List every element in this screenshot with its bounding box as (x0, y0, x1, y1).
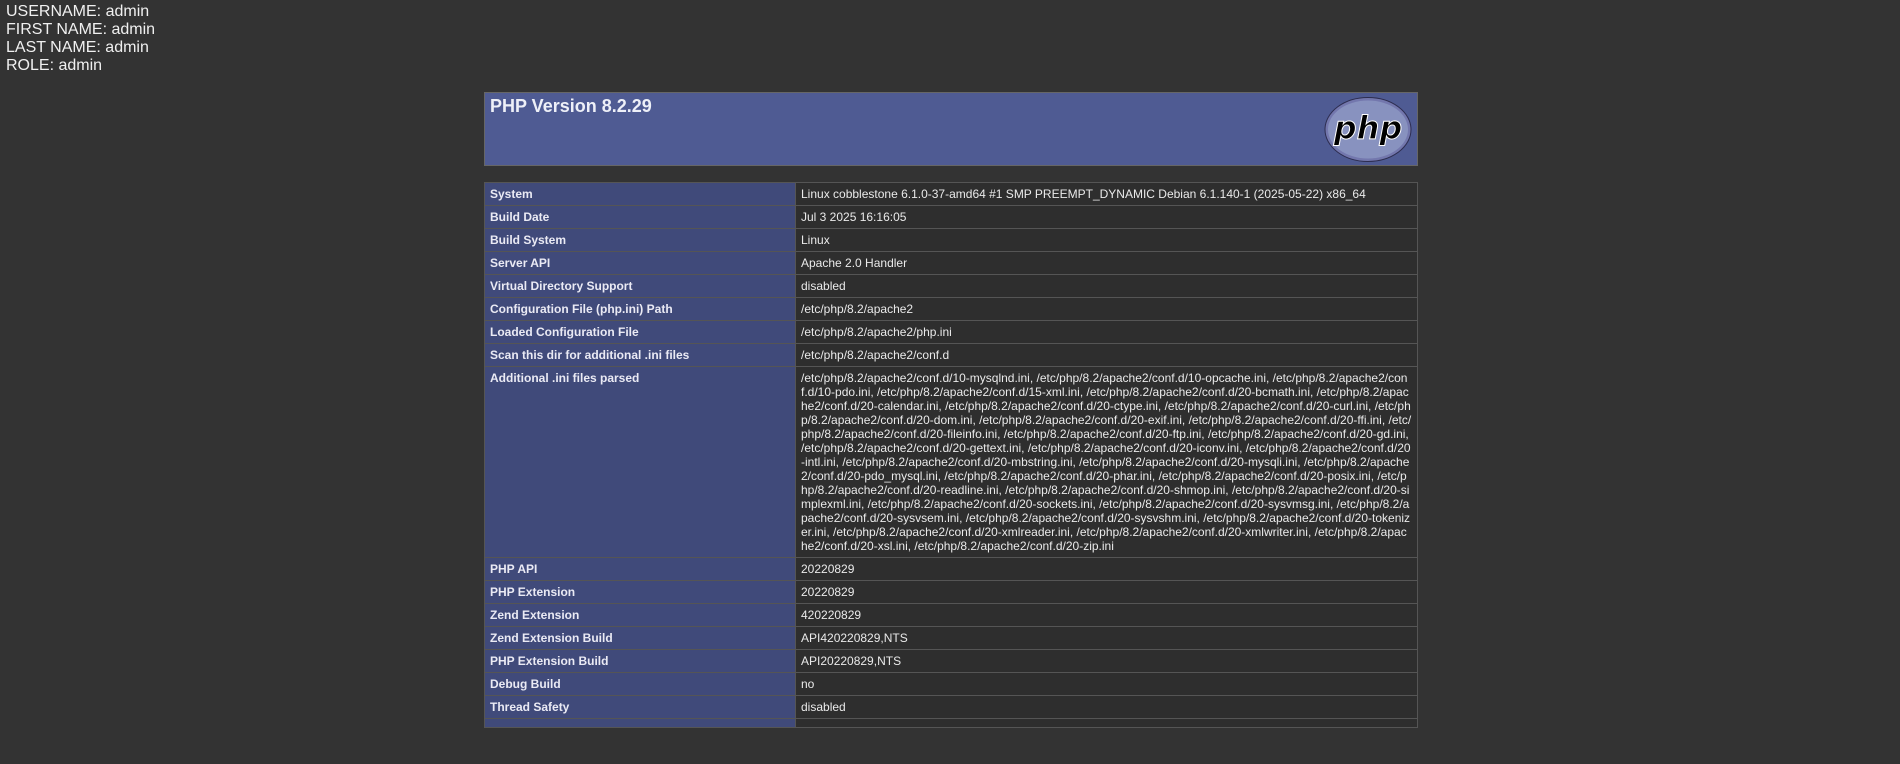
row-value: 20220829 (795, 557, 1418, 581)
table-row: Build System Linux (484, 228, 1418, 252)
row-value: /etc/php/8.2/apache2 (795, 297, 1418, 321)
row-key: Scan this dir for additional .ini files (484, 343, 796, 367)
row-key: PHP API (484, 557, 796, 581)
first-name-label: FIRST NAME: admin (6, 21, 156, 38)
php-version-title: PHP Version 8.2.29 (490, 96, 652, 116)
row-key: Build System (484, 228, 796, 252)
table-row: Zend Extension Build API420220829,NTS (484, 626, 1418, 650)
row-value: API20220829,NTS (795, 649, 1418, 673)
row-key: Additional .ini files parsed (484, 366, 796, 558)
table-row: Zend Extension 420220829 (484, 603, 1418, 627)
row-value: disabled (795, 695, 1418, 719)
table-row: Debug Build no (484, 672, 1418, 696)
php-logo-icon: php (1324, 97, 1412, 162)
row-key: PHP Extension Build (484, 649, 796, 673)
table-row: Server API Apache 2.0 Handler (484, 251, 1418, 275)
row-value: Jul 3 2025 16:16:05 (795, 205, 1418, 229)
php-info-table: System Linux cobblestone 6.1.0-37-amd64 #… (484, 182, 1418, 728)
table-row: PHP API 20220829 (484, 557, 1418, 581)
row-key: Server API (484, 251, 796, 275)
row-key: Zend Extension Build (484, 626, 796, 650)
phpinfo-header: PHP Version 8.2.29 php (484, 92, 1418, 166)
row-value: Linux (795, 228, 1418, 252)
table-row: Scan this dir for additional .ini files /… (484, 343, 1418, 367)
row-value: API420220829,NTS (795, 626, 1418, 650)
row-key: Configuration File (php.ini) Path (484, 297, 796, 321)
row-value (795, 718, 1418, 728)
row-key: Loaded Configuration File (484, 320, 796, 344)
user-info-panel: USERNAME: admin FIRST NAME: admin LAST N… (6, 3, 155, 75)
role-label: ROLE: admin (6, 57, 103, 74)
row-key: Virtual Directory Support (484, 274, 796, 298)
php-info-table-body: System Linux cobblestone 6.1.0-37-amd64 #… (484, 182, 1418, 728)
username-label: USERNAME: admin (6, 3, 150, 20)
row-value: disabled (795, 274, 1418, 298)
row-key (484, 718, 796, 728)
row-key: Thread Safety (484, 695, 796, 719)
table-row: Thread Safety disabled (484, 695, 1418, 719)
row-key: Debug Build (484, 672, 796, 696)
table-row: Build Date Jul 3 2025 16:16:05 (484, 205, 1418, 229)
row-key: PHP Extension (484, 580, 796, 604)
table-row (484, 718, 1418, 728)
row-key: Zend Extension (484, 603, 796, 627)
php-logo-text: php (1333, 109, 1403, 147)
row-key: System (484, 182, 796, 206)
row-value: 20220829 (795, 580, 1418, 604)
table-row: PHP Extension 20220829 (484, 580, 1418, 604)
last-name-label: LAST NAME: admin (6, 39, 149, 56)
table-row: Loaded Configuration File/etc/php/8.2/ap… (484, 320, 1418, 344)
table-row: Virtual Directory Support disabled (484, 274, 1418, 298)
row-value: no (795, 672, 1418, 696)
phpinfo-container: PHP Version 8.2.29 php System Linux cobbl… (484, 92, 1418, 728)
row-value: /etc/php/8.2/apache2/conf.d (795, 343, 1418, 367)
row-value: 420220829 (795, 603, 1418, 627)
table-row: System Linux cobblestone 6.1.0-37-amd64 #… (484, 182, 1418, 206)
table-row: Configuration File (php.ini) Path/etc/ph… (484, 297, 1418, 321)
row-value: /etc/php/8.2/apache2/php.ini (795, 320, 1418, 344)
row-value: Linux cobblestone 6.1.0-37-amd64 #1 SMP … (795, 182, 1418, 206)
row-value: Apache 2.0 Handler (795, 251, 1418, 275)
row-value: /etc/php/8.2/apache2/conf.d/10-mysqlnd.i… (795, 366, 1418, 558)
table-row: PHP Extension Build API20220829,NTS (484, 649, 1418, 673)
row-key: Build Date (484, 205, 796, 229)
table-row: Additional .ini files parsed/etc/php/8.2… (484, 366, 1418, 558)
